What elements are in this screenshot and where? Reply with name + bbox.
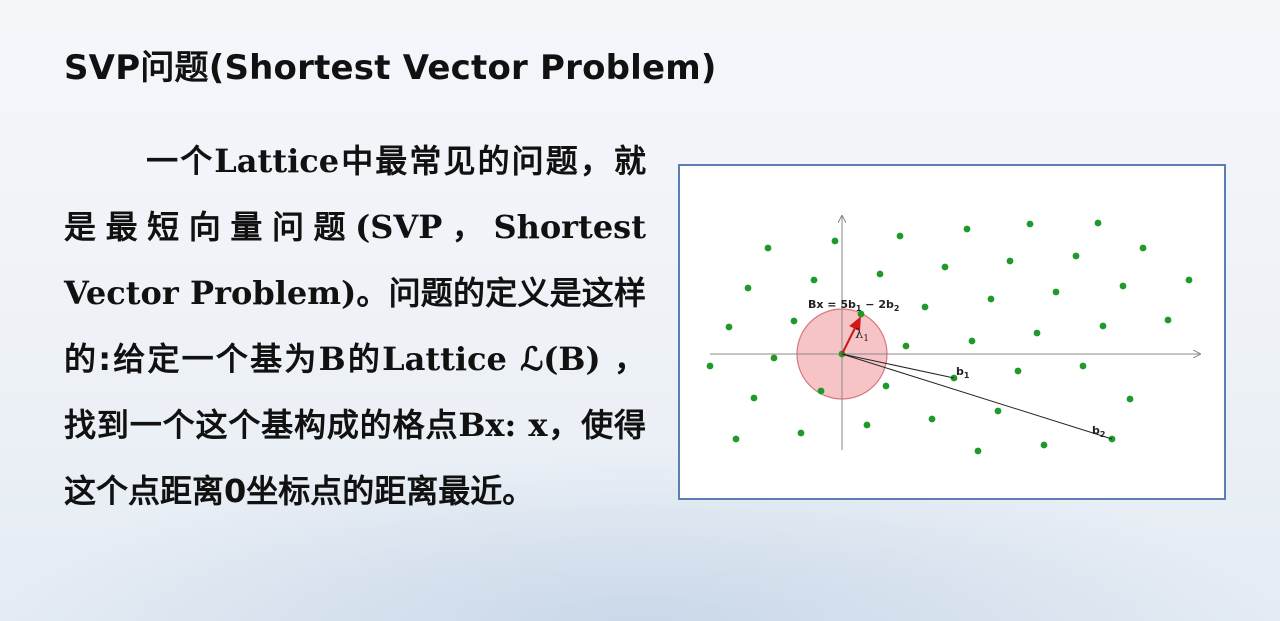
lattice-point — [706, 362, 714, 370]
lattice-point — [941, 263, 949, 271]
lattice-point — [770, 354, 778, 362]
lattice-point — [750, 394, 758, 402]
lattice-point — [1026, 220, 1034, 228]
lattice-point — [725, 323, 733, 331]
lattice-point — [797, 429, 805, 437]
lattice-point — [1119, 282, 1127, 290]
lattice-point — [817, 387, 825, 395]
bx-label: Bx = 5b1 − 2b2 — [808, 298, 899, 313]
lattice-point — [790, 317, 798, 325]
lattice-point — [987, 295, 995, 303]
lattice-point — [831, 237, 839, 245]
lattice-point — [764, 244, 772, 252]
paragraph-segment: 一个 — [144, 142, 215, 180]
lattice-point — [994, 407, 1002, 415]
lattice-point — [882, 382, 890, 390]
lattice-point — [963, 225, 971, 233]
lattice-point — [1052, 288, 1060, 296]
paragraph-segment: Bx: x — [458, 406, 548, 444]
lattice-point — [1006, 257, 1014, 265]
lattice-point — [744, 284, 752, 292]
paragraph-segment: B — [318, 340, 346, 378]
lattice-point — [974, 447, 982, 455]
lattice-point — [1072, 252, 1080, 260]
lattice-point — [1094, 219, 1102, 227]
lattice-point — [1033, 329, 1041, 337]
lattice-point — [1040, 441, 1048, 449]
lattice-point — [1079, 362, 1087, 370]
lattice-point — [902, 342, 910, 350]
vector-b2 — [841, 353, 1113, 440]
lattice-point — [1185, 276, 1193, 284]
b2-label: b2 — [1092, 424, 1105, 439]
lattice-point — [1099, 322, 1107, 330]
lattice-point — [928, 415, 936, 423]
lattice-figure: Bx = 5b1 − 2b2 λ1 b1 b2 — [678, 164, 1226, 500]
lattice-point — [863, 421, 871, 429]
lattice-point — [921, 303, 929, 311]
b1-label: b1 — [956, 365, 970, 380]
paragraph-segment: Lattice ℒ(B) — [382, 340, 601, 378]
lattice-point — [1126, 395, 1134, 403]
lattice-point — [1014, 367, 1022, 375]
lattice-point — [896, 232, 904, 240]
lattice-points — [706, 219, 1193, 455]
lattice-point — [1139, 244, 1147, 252]
lattice-point — [968, 337, 976, 345]
lattice-point — [810, 276, 818, 284]
lattice-diagram: Bx = 5b1 − 2b2 λ1 b1 b2 — [706, 166, 1228, 455]
lattice-point — [732, 435, 740, 443]
paragraph-segment: 的 — [345, 340, 383, 378]
definition-paragraph: 一个Lattice中最常见的问题，就是最短向量问题(SVP，Shortest V… — [64, 128, 646, 524]
lattice-point — [1164, 316, 1172, 324]
slide-title: SVP问题(Shortest Vector Problem) — [64, 48, 717, 88]
lattice-point — [876, 270, 884, 278]
paragraph-segment: Lattice — [214, 142, 340, 180]
